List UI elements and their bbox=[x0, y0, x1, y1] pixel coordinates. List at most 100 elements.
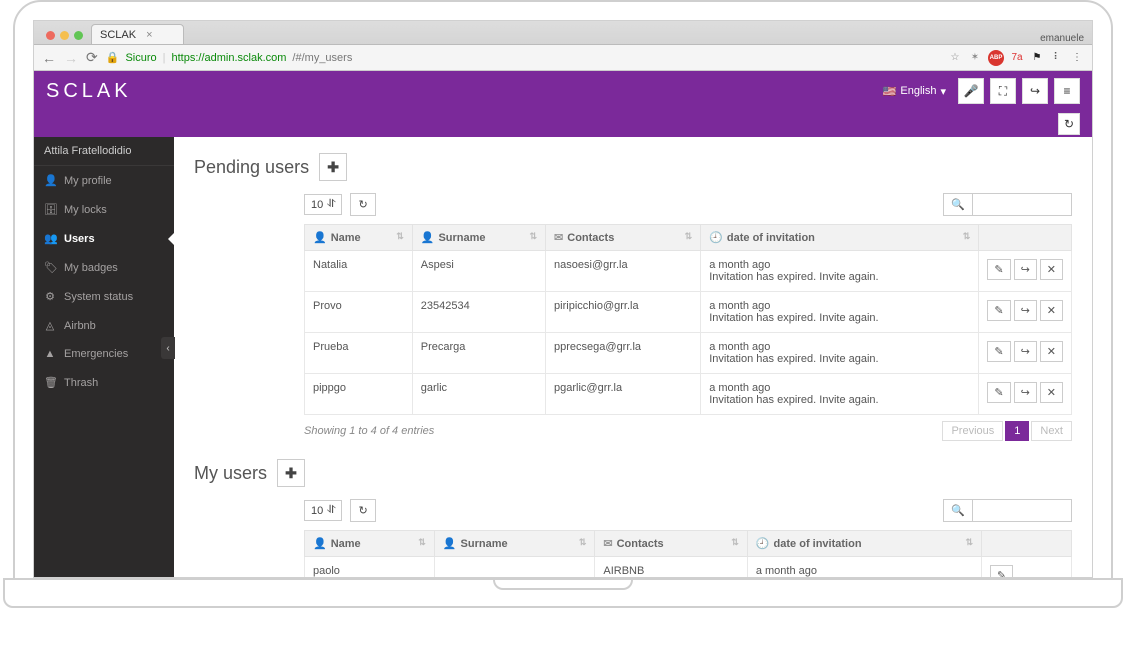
chevron-down-icon: ▾ bbox=[940, 85, 946, 98]
resend-button[interactable]: ↪ bbox=[1014, 259, 1037, 280]
reload-button[interactable]: ⟳ bbox=[86, 49, 98, 66]
refresh-page-button[interactable]: ↻ bbox=[1058, 113, 1080, 135]
flag-icon[interactable]: ⚑ bbox=[1030, 51, 1044, 65]
pending-search: 🔍 bbox=[943, 193, 1072, 216]
back-button[interactable]: ← bbox=[42, 50, 56, 66]
add-user-button[interactable]: ✚ bbox=[277, 459, 305, 487]
page-size-select[interactable]: 10 ⥯ bbox=[304, 500, 342, 521]
col-name[interactable]: 👤Name⇅ bbox=[305, 225, 413, 251]
sort-icon: ⇅ bbox=[579, 537, 587, 548]
close-tab-icon[interactable]: × bbox=[136, 29, 152, 41]
cell-date: a month agoInvitation has expired. Invit… bbox=[701, 251, 979, 292]
cell-name: paolo bbox=[305, 557, 435, 578]
lock-icon: 🔒 bbox=[106, 51, 120, 64]
browser-toolbar: ← → ⟳ 🔒 Sicuro | https://admin.sclak.com… bbox=[34, 45, 1092, 71]
delete-button[interactable]: ✕ bbox=[1040, 300, 1063, 321]
sidebar-item-my-locks[interactable]: 🗄My locks bbox=[34, 195, 174, 224]
sidebar-item-label: Emergencies bbox=[64, 348, 128, 360]
abp-icon[interactable]: ABP bbox=[988, 50, 1004, 66]
maximize-window-icon[interactable] bbox=[74, 31, 83, 40]
prev-page-button[interactable]: Previous bbox=[942, 421, 1003, 441]
menu-button[interactable]: ≡ bbox=[1054, 78, 1080, 104]
table-row: pippgogarlicpgarlic@grr.laa month agoInv… bbox=[305, 374, 1072, 415]
cell-name: pippgo bbox=[305, 374, 413, 415]
col-contacts[interactable]: ✉Contacts⇅ bbox=[595, 531, 747, 557]
delete-button[interactable]: ✕ bbox=[1040, 382, 1063, 403]
search-icon[interactable]: 🔍 bbox=[943, 499, 972, 522]
col-surname[interactable]: 👤Surname⇅ bbox=[412, 225, 545, 251]
cell-contacts: nasoesi@grr.la bbox=[546, 251, 701, 292]
search-input[interactable] bbox=[972, 193, 1072, 216]
add-pending-user-button[interactable]: ✚ bbox=[319, 153, 347, 181]
edit-button[interactable]: ✎ bbox=[987, 341, 1010, 362]
edit-button[interactable]: ✎ bbox=[987, 300, 1010, 321]
sidebar-item-system-status[interactable]: ⚙System status bbox=[34, 282, 174, 311]
pending-users-heading: Pending users ✚ bbox=[194, 153, 1072, 181]
edit-button[interactable]: ✎ bbox=[990, 565, 1013, 577]
refresh-table-button[interactable]: ↻ bbox=[350, 193, 375, 216]
lang-icon[interactable]: 7a bbox=[1010, 51, 1024, 65]
sidebar: Attila Fratellodidio 👤 My profile 🗄My lock… bbox=[34, 137, 174, 577]
sidebar-item-airbnb[interactable]: ◬ Airbnb bbox=[34, 311, 174, 340]
sidebar-item-label: My locks bbox=[64, 204, 107, 216]
mic-button[interactable]: 🎤 bbox=[958, 78, 984, 104]
cell-surname: Aspesi bbox=[412, 251, 545, 292]
star-icon[interactable]: ☆ bbox=[948, 51, 962, 65]
search-input[interactable] bbox=[972, 499, 1072, 522]
my-users-heading: My users ✚ bbox=[194, 459, 1072, 487]
profile-label[interactable]: emanuele bbox=[1034, 33, 1084, 44]
search-icon[interactable]: 🔍 bbox=[943, 193, 972, 216]
browser-tabbar: SCLAK × emanuele bbox=[34, 21, 1092, 45]
page-1-button[interactable]: 1 bbox=[1005, 421, 1029, 441]
logout-button[interactable]: ↪ bbox=[1022, 78, 1048, 104]
col-date[interactable]: 🕘date of invitation⇅ bbox=[747, 531, 981, 557]
table-row: paoloAIRBNBa month ago✎ bbox=[305, 557, 1072, 578]
fullscreen-button[interactable]: ⛶ bbox=[990, 78, 1016, 104]
language-switcher[interactable]: 🇺🇸 English ▾ bbox=[877, 81, 952, 102]
resend-button[interactable]: ↪ bbox=[1014, 382, 1037, 403]
sidebar-item-users[interactable]: 👥Users bbox=[34, 224, 174, 253]
col-name[interactable]: 👤Name⇅ bbox=[305, 531, 435, 557]
resend-button[interactable]: ↪ bbox=[1014, 341, 1037, 362]
edit-button[interactable]: ✎ bbox=[987, 382, 1010, 403]
row-actions: ✎↪✕ bbox=[987, 382, 1063, 403]
sort-icon: ⇅ bbox=[418, 537, 426, 548]
cell-surname: garlic bbox=[412, 374, 545, 415]
sidebar-user-name: Attila Fratellodidio bbox=[34, 137, 174, 166]
menu-icon[interactable]: ⋮ bbox=[1070, 51, 1084, 65]
dots-icon[interactable]: ⠇ bbox=[1050, 51, 1064, 65]
resend-button[interactable]: ↪ bbox=[1014, 300, 1037, 321]
sort-icon: ⇅ bbox=[963, 231, 971, 242]
refresh-table-button[interactable]: ↻ bbox=[350, 499, 375, 522]
sidebar-item-emergencies[interactable]: ▲Emergencies bbox=[34, 340, 174, 368]
next-page-button[interactable]: Next bbox=[1031, 421, 1072, 441]
sidebar-item-my-badges[interactable]: 🏷My badges bbox=[34, 253, 174, 282]
minimize-window-icon[interactable] bbox=[60, 31, 69, 40]
address-bar[interactable]: 🔒 Sicuro | https://admin.sclak.com/#/my_… bbox=[106, 51, 940, 64]
close-window-icon[interactable] bbox=[46, 31, 55, 40]
cell-name: Provo bbox=[305, 292, 413, 333]
collapse-sidebar-button[interactable]: ‹ bbox=[161, 337, 175, 359]
cell-date: a month agoInvitation has expired. Invit… bbox=[701, 374, 979, 415]
col-contacts[interactable]: ✉Contacts⇅ bbox=[546, 225, 701, 251]
col-date[interactable]: 🕘date of invitation⇅ bbox=[701, 225, 979, 251]
edit-button[interactable]: ✎ bbox=[987, 259, 1010, 280]
forward-button[interactable]: → bbox=[64, 50, 78, 66]
wand-icon[interactable]: ✶ bbox=[968, 51, 982, 65]
tab-title: SCLAK bbox=[100, 29, 136, 41]
sidebar-item-thrash[interactable]: 🗑Thrash bbox=[34, 368, 174, 397]
sidebar-item-label: My profile bbox=[64, 175, 112, 187]
browser-tab[interactable]: SCLAK × bbox=[91, 24, 184, 44]
app-subbar: ↻ bbox=[34, 111, 1092, 137]
section-title: My users bbox=[194, 463, 267, 484]
section-title: Pending users bbox=[194, 157, 309, 178]
user-icon: 👤 bbox=[44, 174, 56, 187]
airbnb-icon: ◬ bbox=[44, 319, 56, 332]
page-size-select[interactable]: 10 ⥯ bbox=[304, 194, 342, 215]
col-surname[interactable]: 👤Surname⇅ bbox=[434, 531, 595, 557]
cell-contacts: pgarlic@grr.la bbox=[546, 374, 701, 415]
sidebar-item-my-profile[interactable]: 👤 My profile bbox=[34, 166, 174, 195]
sidebar-item-label: Airbnb bbox=[64, 320, 96, 332]
delete-button[interactable]: ✕ bbox=[1040, 259, 1063, 280]
delete-button[interactable]: ✕ bbox=[1040, 341, 1063, 362]
